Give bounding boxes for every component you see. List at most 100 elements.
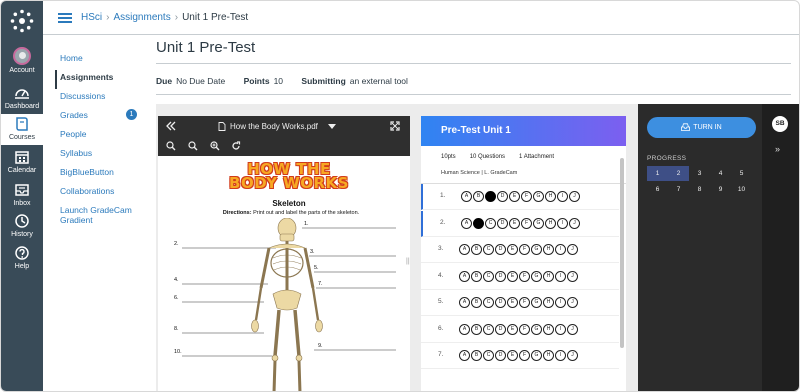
zoom-out-icon[interactable] [166, 141, 176, 151]
answer-bubble[interactable]: J [567, 323, 578, 335]
answer-bubble[interactable]: F [519, 244, 530, 255]
answer-bubble[interactable]: J [567, 270, 578, 282]
progress-cell[interactable]: 8 [689, 182, 710, 197]
answer-bubble[interactable]: H [545, 217, 556, 229]
answer-bubble[interactable]: B [471, 244, 482, 255]
course-nav-launch-gradecam[interactable]: Launch GradeCam Gradient [55, 203, 135, 231]
answer-bubble[interactable]: G [531, 270, 542, 282]
answer-bubble[interactable]: I [555, 244, 566, 255]
answer-bubble[interactable]: H [545, 191, 556, 202]
answer-bubble[interactable]: B [473, 191, 484, 202]
answer-bubble[interactable]: C [483, 297, 494, 308]
answer-bubble[interactable]: I [555, 297, 566, 308]
progress-cell[interactable]: 4 [710, 166, 731, 181]
answer-bubble[interactable]: A [459, 244, 470, 255]
answer-bubble[interactable]: F [519, 297, 530, 308]
answer-bubble[interactable]: C [485, 191, 496, 202]
answer-bubble[interactable]: H [543, 350, 554, 361]
answer-bubble[interactable]: J [567, 297, 578, 308]
answer-bubble[interactable]: E [509, 191, 520, 202]
answer-bubble[interactable]: G [533, 191, 544, 202]
breadcrumb-course[interactable]: HSci [81, 12, 102, 23]
answer-bubble[interactable]: G [531, 323, 542, 335]
answer-bubble[interactable]: E [507, 323, 518, 335]
answer-bubble[interactable]: A [461, 217, 472, 229]
answer-bubble[interactable]: A [459, 270, 470, 282]
canvas-logo-icon[interactable] [10, 9, 34, 33]
answer-bubble[interactable]: B [471, 350, 482, 361]
rotate-icon[interactable] [231, 141, 241, 151]
answer-bubble[interactable]: D [495, 270, 506, 282]
progress-cell[interactable]: 7 [668, 182, 689, 197]
answer-bubble[interactable]: D [495, 350, 506, 361]
answer-bubble[interactable]: D [495, 323, 506, 335]
global-nav-calendar[interactable]: Calendar [1, 149, 43, 179]
global-nav-account[interactable]: Account [1, 47, 43, 79]
progress-cell[interactable]: 3 [689, 166, 710, 181]
answer-bubble[interactable]: H [543, 323, 554, 335]
answer-bubble[interactable]: B [471, 270, 482, 282]
expand-chevron-icon[interactable]: » [775, 144, 780, 154]
course-nav-syllabus[interactable]: Syllabus [55, 146, 145, 165]
answer-bubble[interactable]: G [531, 244, 542, 255]
course-nav-discussions[interactable]: Discussions [55, 89, 145, 108]
answer-bubble[interactable]: B [471, 323, 482, 335]
collapse-panel-icon[interactable] [166, 121, 176, 131]
fullscreen-icon[interactable] [390, 121, 400, 131]
global-nav-history[interactable]: History [1, 213, 43, 243]
answer-bubble[interactable]: G [531, 297, 542, 308]
progress-cell[interactable]: 6 [647, 182, 668, 197]
answer-bubble[interactable]: I [557, 217, 568, 229]
answer-bubble[interactable]: E [507, 350, 518, 361]
answer-bubble[interactable]: I [555, 323, 566, 335]
answer-bubble[interactable]: C [483, 323, 494, 335]
answer-bubble[interactable]: E [507, 270, 518, 282]
answer-bubble[interactable]: J [569, 191, 580, 202]
course-nav-home[interactable]: Home [55, 51, 145, 70]
answer-bubble[interactable]: D [497, 191, 508, 202]
answer-bubble[interactable]: I [555, 350, 566, 361]
answer-bubble[interactable]: C [485, 217, 496, 229]
global-nav-inbox[interactable]: Inbox [1, 182, 43, 212]
zoom-in-icon[interactable] [210, 141, 220, 151]
course-nav-grades[interactable]: Grades 1 [55, 108, 145, 127]
answer-bubble[interactable]: F [519, 350, 530, 361]
answer-bubble[interactable]: D [495, 297, 506, 308]
course-nav-assignments[interactable]: Assignments [55, 70, 145, 89]
answer-bubble[interactable]: B [473, 217, 484, 229]
course-nav-bigbluebutton[interactable]: BigBlueButton [55, 165, 145, 184]
answer-bubble[interactable]: E [507, 297, 518, 308]
progress-cell[interactable]: 5 [731, 166, 752, 181]
answer-bubble[interactable]: J [567, 350, 578, 361]
filename-dropdown-icon[interactable] [328, 124, 336, 130]
quiz-attachments[interactable]: 1 Attachment [519, 154, 554, 160]
answer-bubble[interactable]: H [543, 297, 554, 308]
progress-cell[interactable]: 10 [731, 182, 752, 197]
search-icon[interactable] [188, 141, 198, 151]
breadcrumb-assignments[interactable]: Assignments [113, 12, 170, 23]
answer-bubble[interactable]: J [569, 217, 580, 229]
answer-bubble[interactable]: A [461, 191, 472, 202]
answer-bubble[interactable]: F [521, 191, 532, 202]
turn-in-button[interactable]: TURN IN [647, 117, 756, 138]
progress-cell[interactable]: 1 [647, 166, 668, 181]
progress-cell[interactable]: 9 [710, 182, 731, 197]
answer-bubble[interactable]: D [495, 244, 506, 255]
answer-bubble[interactable]: C [483, 244, 494, 255]
answer-sheet-scrollbar[interactable] [620, 158, 624, 348]
user-avatar[interactable]: SB [772, 116, 788, 132]
answer-bubble[interactable]: B [471, 297, 482, 308]
answer-bubble[interactable]: D [497, 217, 508, 229]
answer-bubble[interactable]: F [519, 323, 530, 335]
answer-bubble[interactable]: F [519, 270, 530, 282]
course-nav-collaborations[interactable]: Collaborations [55, 184, 145, 203]
answer-bubble[interactable]: I [557, 191, 568, 202]
global-nav-dashboard[interactable]: Dashboard [1, 85, 43, 115]
answer-bubble[interactable]: H [543, 270, 554, 282]
answer-bubble[interactable]: F [521, 217, 532, 229]
answer-bubble[interactable]: G [533, 217, 544, 229]
answer-bubble[interactable]: A [459, 323, 470, 335]
answer-bubble[interactable]: I [555, 270, 566, 282]
global-nav-help[interactable]: Help [1, 245, 43, 275]
global-nav-courses[interactable]: Courses [1, 114, 43, 145]
